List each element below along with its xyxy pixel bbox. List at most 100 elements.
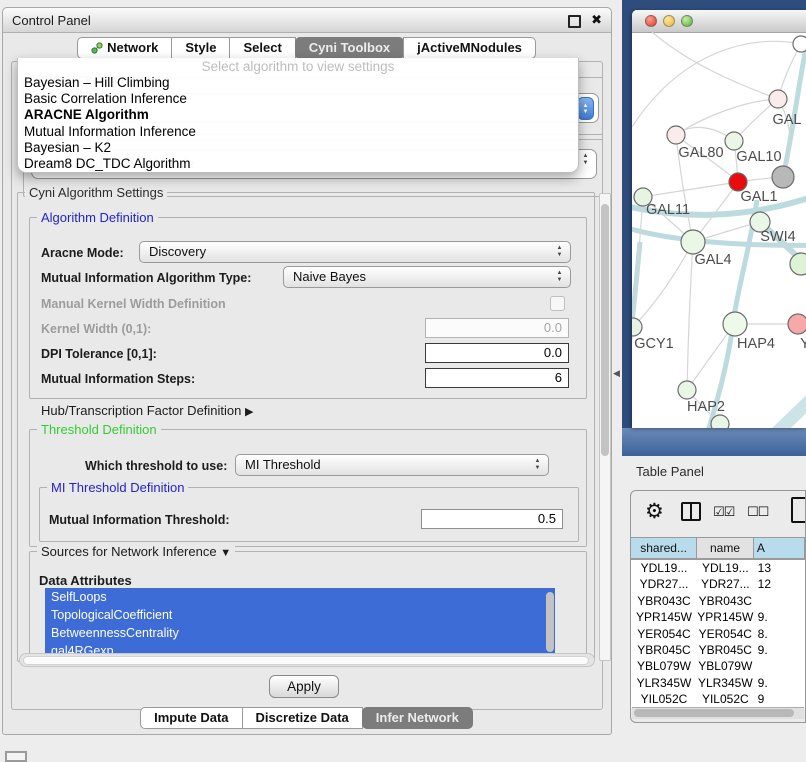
scrollbar-thumb[interactable] [546,592,554,652]
dropdown-option[interactable]: Bayesian – K2 [18,140,578,156]
table-cell: 9. [754,675,805,691]
table-cell: YBR045C [631,642,697,658]
select-all-checked-icon[interactable]: ☑☑ [713,504,734,520]
mi-type-select[interactable]: Naive Bayes ▲▼ [283,266,571,288]
network-node-hap2[interactable] [678,381,696,399]
kernel-width-field[interactable]: 0.0 [425,318,569,338]
split-columns-icon[interactable] [681,502,701,521]
scrollbar-thumb[interactable] [634,709,794,717]
table-row[interactable]: YDR27...YDR27...12 [631,576,805,592]
network-node-hap4[interactable] [723,312,747,336]
panel-collapse-arrow-icon[interactable]: ◀ [613,368,620,379]
expanded-arrow-icon[interactable]: ▼ [220,547,231,559]
dpi-tolerance-field[interactable]: 0.0 [425,343,569,363]
table-cell: 13 [754,560,805,576]
manual-kernel-checkbox[interactable] [550,296,565,311]
tab-label: Cyni Toolbox [309,37,390,59]
sources-group-title[interactable]: Sources for Network Inference ▼ [37,544,235,559]
dropdown-option[interactable]: ARACNE Algorithm [18,107,578,123]
collapsed-arrow-icon[interactable]: ▶ [245,406,253,418]
network-nodes[interactable]: GALGAL80GAL10GAL1GAL11SWI4GAL4GCY1HAP4YH… [632,36,806,428]
zoom-traffic-light-icon[interactable] [681,15,693,27]
table-cell: YDL19... [631,560,697,576]
network-node-gal4[interactable] [681,230,705,254]
apply-button[interactable]: Apply [269,675,339,698]
table-panel-window: ⚙ ☑☑ ☐☐ shared...nameA YDL19...YDL19...1… [630,490,806,723]
minimize-traffic-light-icon[interactable] [663,15,675,27]
settings-vertical-scrollbar[interactable] [599,193,611,661]
scrollbar-thumb[interactable] [23,656,589,665]
tab-jactivemnodules[interactable]: jActiveMNodules [403,37,536,59]
tab-discretize-data[interactable]: Discretize Data [242,707,363,729]
data-attributes-list[interactable]: SelfLoopsTopologicalCoefficientBetweenne… [45,588,555,662]
network-window-titlebar[interactable] [632,10,806,33]
float-panel-icon[interactable] [568,15,581,28]
mi-steps-field[interactable]: 6 [425,368,569,388]
network-node-y[interactable] [788,314,806,334]
network-canvas[interactable]: GALGAL80GAL10GAL1GAL11SWI4GAL4GCY1HAP4YH… [632,32,806,428]
table-cell: YBR043C [697,593,754,609]
network-node[interactable] [790,253,806,275]
close-traffic-light-icon[interactable] [645,15,657,27]
network-node[interactable] [711,415,729,428]
table-cell: 8. [754,626,805,642]
dropdown-option[interactable]: Dream8 DC_TDC Algorithm [18,156,578,172]
dropdown-option[interactable]: Bayesian – Hill Climbing [18,75,578,91]
gear-icon[interactable]: ⚙ [645,499,664,524]
table-row[interactable]: YBR043CYBR043C [631,593,805,609]
data-attributes-label: Data Attributes [39,573,132,588]
settings-horizontal-scrollbar[interactable] [19,653,595,667]
attribute-list-item[interactable]: SelfLoops [45,588,555,606]
aracne-mode-select[interactable]: Discovery ▲▼ [139,241,571,263]
table-row[interactable]: YDL19...YDL19...13 [631,560,805,576]
sources-title-text: Sources for Network Inference [41,544,217,559]
tab-style[interactable]: Style [171,37,230,59]
tab-cyni-toolbox[interactable]: Cyni Toolbox [295,37,404,59]
floating-panel-mini-icon[interactable] [5,751,27,762]
attributes-list-scrollbar[interactable] [546,592,555,656]
close-icon[interactable]: ✖ [591,12,602,28]
network-node-gal[interactable] [769,90,787,108]
column-header[interactable]: name [696,537,754,559]
dropdown-placeholder: Select algorithm to view settings [18,59,578,75]
table-row[interactable]: YBL079WYBL079W [631,658,805,674]
attribute-list-item[interactable]: TopologicalCoefficient [45,606,555,624]
column-header[interactable]: shared... [630,537,697,559]
which-threshold-select[interactable]: MI Threshold ▲▼ [235,454,549,476]
column-header[interactable]: A [753,537,805,559]
control-panel-tabs: Network StyleSelect Cyni Toolbox jActiveMNo… [3,37,611,59]
select-none-icon[interactable]: ☐☐ [747,504,768,520]
dropdown-option[interactable]: Mutual Information Inference [18,124,578,140]
table-row[interactable]: YER054CYER054C8. [631,626,805,642]
mi-threshold-field[interactable]: 0.5 [421,509,563,529]
table-cell: YIL052C [631,691,697,707]
table-row[interactable]: YIL052CYIL052C9 [631,691,805,707]
table-horizontal-scrollbar[interactable] [632,707,804,719]
network-node[interactable] [793,36,806,52]
attribute-list-item[interactable]: BetweennessCentrality [45,624,555,642]
hub-definition-toggle[interactable]: Hub/Transcription Factor Definition ▶ [41,403,253,418]
table-row[interactable]: YPR145WYPR145W9. [631,609,805,625]
network-node[interactable] [772,166,794,188]
table-row[interactable]: YLR345WYLR345W9. [631,675,805,691]
dpi-tolerance-label: DPI Tolerance [0,1]: [41,347,157,361]
algorithm-dropdown-popup: Select algorithm to view settings Bayesi… [17,58,579,173]
combo-spinner-icon[interactable]: ▲▼ [577,97,594,120]
network-node-gal80[interactable] [667,126,685,144]
tab-impute-data[interactable]: Impute Data [140,707,242,729]
tab-infer-network[interactable]: Infer Network [362,707,473,729]
tab-select[interactable]: Select [229,37,295,59]
tab-network[interactable]: Network [77,37,172,59]
table-cell: YBL079W [631,658,697,674]
network-node-gcy1[interactable] [632,318,642,336]
tab-label: Network [107,37,158,59]
panel-icon[interactable] [791,497,806,523]
cyni-bottom-tabs: Impute DataDiscretize DataInfer Network [3,707,611,729]
panel-title: Control Panel [12,13,91,28]
network-node-gal10[interactable] [725,132,743,150]
table-row[interactable]: YBR045CYBR045C9. [631,642,805,658]
dropdown-option[interactable]: Basic Correlation Inference [18,91,578,107]
control-panel-titlebar[interactable]: Control Panel ✖ [3,8,611,33]
scrollbar-thumb[interactable] [601,204,609,456]
mi-type-label: Mutual Information Algorithm Type: [41,271,251,285]
